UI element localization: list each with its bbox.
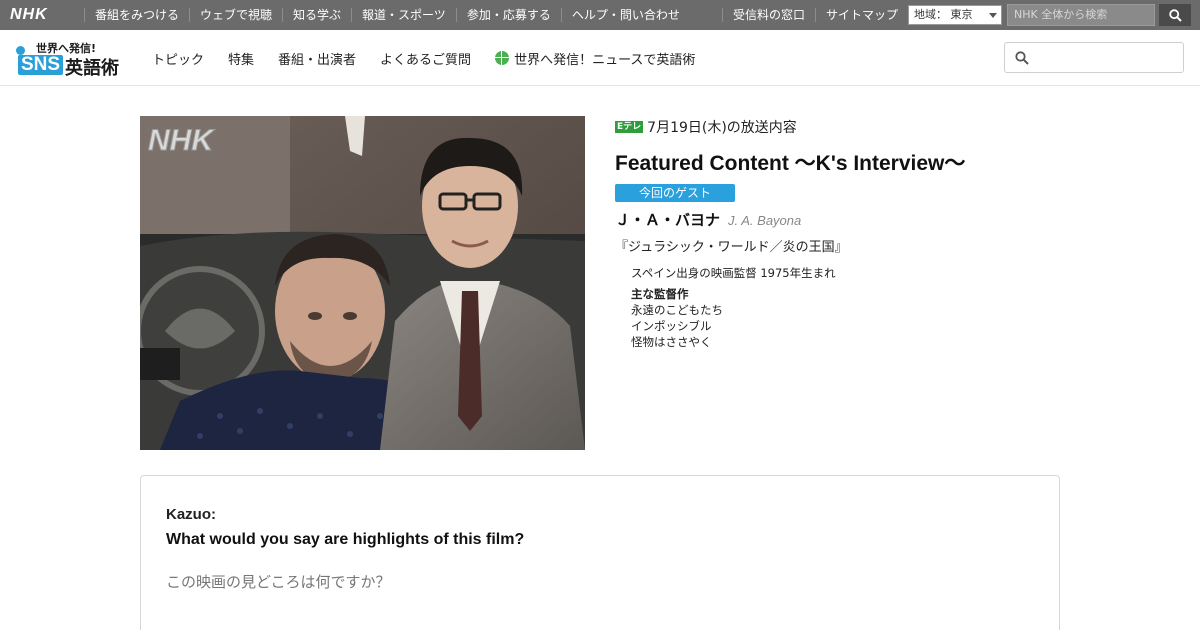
interview-qa-card: Kazuo: What would you say are highlights… xyxy=(140,475,1060,630)
guest-photo: NHK xyxy=(140,116,585,450)
site-header: 世界へ発信! SNS 英語術 トピック 特集 番組・出演者 よくあるご質問 世界… xyxy=(0,30,1200,86)
nhk-watermark: NHK xyxy=(148,124,215,157)
site-logo-sns: SNS xyxy=(18,55,64,75)
nhk-search-input[interactable]: NHK 全体から検索 xyxy=(1007,4,1155,26)
episode-title: Featured Content 〜K's Interview〜 xyxy=(615,152,966,175)
chevron-down-icon xyxy=(989,13,997,18)
guest-name-ja: Ｊ・Ａ・バヨナ xyxy=(615,211,721,229)
qa-question: What would you say are highlights of thi… xyxy=(166,531,525,548)
nhk-logo[interactable]: NHK xyxy=(10,6,48,24)
nhk-nav-find-programs[interactable]: 番組をみつける xyxy=(84,8,189,22)
film-title: 『ジュラシック・ワールド／炎の王国』 xyxy=(615,240,848,255)
site-nav-features[interactable]: 特集 xyxy=(216,49,266,68)
work-item: 永遠のこどもたち xyxy=(631,303,723,317)
episode-info: Eテレ 7月19日(木)の放送内容 Featured Content 〜K's … xyxy=(615,116,1065,350)
globe-icon xyxy=(495,51,510,65)
nhk-right-links: 受信料の窓口 サイトマップ xyxy=(722,0,908,30)
site-nav: トピック 特集 番組・出演者 よくあるご質問 世界へ発信！ニュースで英語術 xyxy=(140,30,707,86)
site-nav-cast[interactable]: 番組・出演者 xyxy=(266,49,368,68)
nhk-nav-watch-web[interactable]: ウェブで視聴 xyxy=(189,8,282,22)
nhk-nav-news-sports[interactable]: 報道・スポーツ xyxy=(351,8,456,22)
site-logo[interactable]: 世界へ発信! SNS 英語術 xyxy=(14,38,124,79)
qa-speaker: Kazuo: xyxy=(166,506,216,523)
site-logo-title: 英語術 xyxy=(65,58,119,79)
site-nav-topics[interactable]: トピック xyxy=(140,49,216,68)
region-select-value: 地域： 東京 xyxy=(914,8,973,21)
guest-bio-text: スペイン出身の映画監督 1975年生まれ xyxy=(631,266,836,280)
site-nav-news-english-label: 世界へ発信！ニュースで英語術 xyxy=(514,52,696,68)
guest-photo-illustration: NHK xyxy=(140,116,585,450)
search-icon xyxy=(1168,8,1182,22)
nhk-nav-help[interactable]: ヘルプ・問い合わせ xyxy=(560,8,690,22)
nhk-global-bar: NHK 番組をみつける ウェブで視聴 知る学ぶ 報道・スポーツ 参加・応募する … xyxy=(0,0,1200,30)
air-date: 7月19日(木)の放送内容 xyxy=(647,120,797,136)
site-nav-news-english[interactable]: 世界へ発信！ニュースで英語術 xyxy=(483,49,707,68)
nhk-global-nav: 番組をみつける ウェブで視聴 知る学ぶ 報道・スポーツ 参加・応募する ヘルプ・… xyxy=(84,0,690,30)
nhk-search-placeholder: NHK 全体から検索 xyxy=(1014,8,1108,21)
nhk-search-button[interactable] xyxy=(1159,4,1191,26)
guest-name: Ｊ・Ａ・バヨナ J. A. Bayona xyxy=(615,209,1065,230)
site-nav-faq[interactable]: よくあるご質問 xyxy=(368,49,483,68)
guest-badge: 今回のゲスト xyxy=(615,184,735,202)
nhk-nav-sitemap[interactable]: サイトマップ xyxy=(815,8,908,22)
works-label: 主な監督作 xyxy=(631,287,689,301)
search-icon xyxy=(1015,51,1029,65)
site-search-input[interactable] xyxy=(1004,42,1184,73)
work-item: インポッシブル xyxy=(631,319,712,333)
air-date-row: Eテレ 7月19日(木)の放送内容 xyxy=(615,116,1065,138)
nhk-nav-reception-fee[interactable]: 受信料の窓口 xyxy=(722,8,815,22)
work-item: 怪物はささやく xyxy=(631,335,712,349)
nhk-nav-participate[interactable]: 参加・応募する xyxy=(455,8,561,22)
qa-translation: この映画の見どころは何ですか？ xyxy=(166,573,391,591)
guest-name-en: J. A. Bayona xyxy=(728,213,802,228)
region-select[interactable]: 地域： 東京 xyxy=(908,5,1002,25)
nhk-nav-learn[interactable]: 知る学ぶ xyxy=(282,8,351,22)
etele-channel-badge: Eテレ xyxy=(615,121,644,133)
guest-bio: スペイン出身の映画監督 1975年生まれ 主な監督作 永遠のこどもたち インポッ… xyxy=(615,265,1065,350)
